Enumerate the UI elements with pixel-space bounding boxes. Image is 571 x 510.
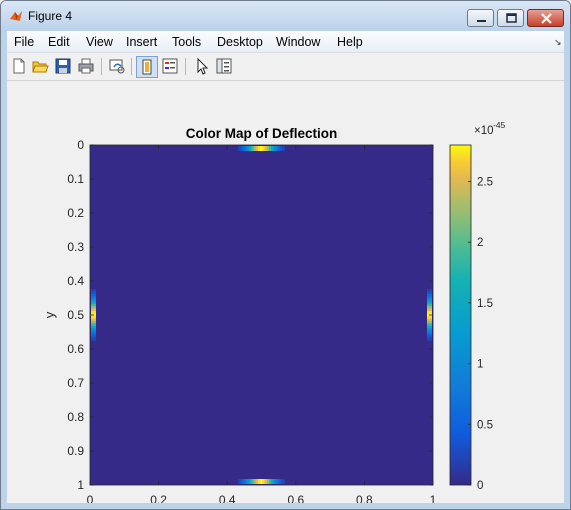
toolbar-separator <box>101 58 102 75</box>
menu-help[interactable]: Help <box>337 35 363 49</box>
heatmap-cell-top-edge <box>282 146 285 151</box>
y-tick-label: 0.5 <box>67 308 84 322</box>
plot-svg: 00.10.20.30.40.50.60.70.80.910 0.2 0.4 0.6 0… <box>42 120 506 503</box>
legend-icon <box>162 58 178 74</box>
title-bar[interactable]: Figure 4 <box>1 1 570 31</box>
colorbar-icon <box>142 59 152 75</box>
colorbar <box>449 144 472 486</box>
heatmap-background <box>90 145 433 485</box>
x-tick-label: 0.8 <box>356 493 373 503</box>
open-file-button[interactable] <box>31 57 49 75</box>
x-tick-label: 0 <box>87 493 94 503</box>
legend-button[interactable] <box>161 57 179 75</box>
x-tick-label: 0.2 <box>150 493 167 503</box>
edit-plot-button[interactable] <box>193 57 211 75</box>
y-tick-label: 0.6 <box>67 342 84 356</box>
y-tick-label: 1 <box>77 478 84 492</box>
menu-file[interactable]: File <box>14 35 34 49</box>
menu-window[interactable]: Window <box>276 35 320 49</box>
toolbar <box>7 53 564 81</box>
y-axis-label: y <box>42 311 57 318</box>
y-tick-label: 0.1 <box>67 172 84 186</box>
colorbar-tick-label: 2 <box>477 237 483 249</box>
minimize-button[interactable] <box>467 9 494 27</box>
menu-bar: File Edit View Insert Tools Desktop Wind… <box>7 31 564 53</box>
menu-edit[interactable]: Edit <box>48 35 70 49</box>
figure-client-area: File Edit View Insert Tools Desktop Wind… <box>7 31 564 503</box>
x-tick-label: 0.6 <box>287 493 304 503</box>
matlab-icon <box>10 11 22 21</box>
y-tick-label: 0.7 <box>67 376 84 390</box>
heatmap-cell-bottom-edge <box>282 479 285 484</box>
print-icon <box>78 58 94 74</box>
x-tick-label: 1 <box>430 493 437 503</box>
link-plot-icon <box>109 59 125 74</box>
menu-tools[interactable]: Tools <box>172 35 201 49</box>
property-editor-icon <box>216 58 232 74</box>
close-icon <box>541 13 552 24</box>
minimize-icon <box>477 20 486 22</box>
y-tick-label: 0 <box>77 138 84 152</box>
dock-arrow-icon[interactable]: ↘ <box>554 37 562 48</box>
x-tick-label: 0.4 <box>219 493 236 503</box>
y-tick-label: 0.2 <box>67 206 84 220</box>
property-editor-button[interactable] <box>215 57 233 75</box>
menu-view[interactable]: View <box>86 35 113 49</box>
y-tick-label: 0.3 <box>67 240 84 254</box>
colorbar-button[interactable] <box>136 56 158 78</box>
maximize-icon <box>506 13 517 23</box>
figure-canvas[interactable]: 0 0.1 0.2 0.3 0.4 0.5 0.6 0.7 0.8 0.9 1 0 0.2 0.4 0.6 0… <box>7 82 564 503</box>
pointer-icon <box>197 57 209 75</box>
heatmap-cell-right-edge <box>427 337 432 341</box>
figure-window: Figure 4 File Edit View Insert Tools Des… <box>0 0 571 510</box>
heatmap-cell-left-edge <box>91 337 96 341</box>
toolbar-separator <box>185 58 186 75</box>
y-tick-label: 0.4 <box>67 274 84 288</box>
save-icon <box>55 58 71 74</box>
window-title: Figure 4 <box>28 9 73 23</box>
open-file-icon <box>32 61 49 73</box>
toolbar-separator <box>131 58 132 75</box>
chart-title: Color Map of Deflection <box>186 126 338 141</box>
colorbar-tick-label: 0 <box>477 480 483 492</box>
new-figure-icon <box>13 58 25 74</box>
colorbar-tick-label: 1 <box>477 359 483 371</box>
y-tick-label: 0.9 <box>67 444 84 458</box>
menu-insert[interactable]: Insert <box>126 35 157 49</box>
colorbar-exponent-base: ×10 <box>474 125 494 137</box>
colorbar-tick-label: 2.5 <box>477 176 493 188</box>
close-button[interactable] <box>527 9 564 27</box>
menu-desktop[interactable]: Desktop <box>217 35 263 49</box>
print-button[interactable] <box>77 57 95 75</box>
colorbar-tick-label: 0.5 <box>477 419 493 431</box>
link-plot-button[interactable] <box>108 57 126 75</box>
y-tick-label: 0.8 <box>67 410 84 424</box>
maximize-button[interactable] <box>497 9 524 27</box>
colorbar-exponent: -45 <box>493 120 506 130</box>
colorbar-tick-label: 1.5 <box>477 298 493 310</box>
save-button[interactable] <box>54 57 72 75</box>
new-figure-button[interactable] <box>10 57 28 75</box>
